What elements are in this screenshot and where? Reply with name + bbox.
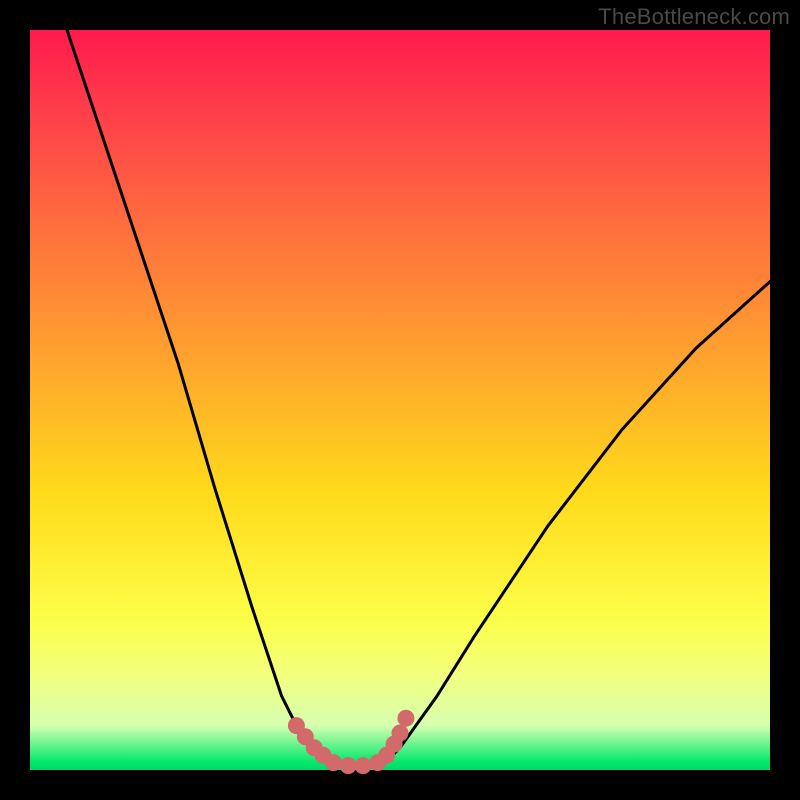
valley-marker-group [288,710,415,774]
curve-svg [30,30,770,770]
watermark-text: TheBottleneck.com [598,4,790,30]
valley-marker [397,710,414,727]
valley-marker [392,725,409,742]
plot-area [30,30,770,770]
valley-marker [355,757,372,774]
bottleneck-curve [67,30,770,766]
outer-frame: TheBottleneck.com [0,0,800,800]
valley-marker [325,754,342,771]
valley-marker [340,757,357,774]
